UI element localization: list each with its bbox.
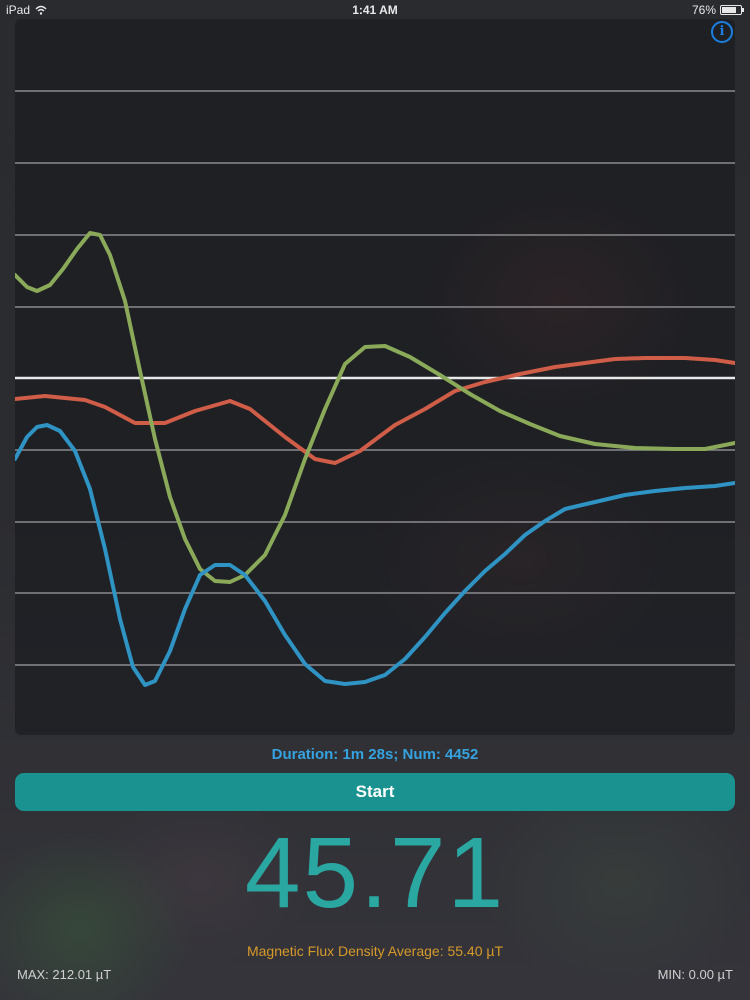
- max-label: MAX: 212.01 µT: [17, 967, 112, 982]
- magnetometer-graph: i: [15, 19, 735, 735]
- start-button[interactable]: Start: [15, 773, 735, 811]
- status-time: 1:41 AM: [352, 3, 398, 17]
- green-series-line: [15, 231, 735, 584]
- min-label: MIN: 0.00 µT: [657, 967, 733, 982]
- status-bar: iPad 1:41 AM 76%: [0, 0, 750, 20]
- battery-fill: [722, 7, 736, 13]
- blue-series-line: [15, 423, 735, 687]
- duration-label: Duration: 1m 28s; Num: 4452: [271, 746, 479, 763]
- battery-percent: 76%: [691, 3, 716, 17]
- grid-lines: [15, 90, 735, 666]
- current-value: 45.71: [244, 817, 506, 929]
- status-right: 76%: [691, 3, 744, 17]
- info-icon[interactable]: i: [711, 21, 733, 43]
- graph-canvas: [15, 90, 735, 687]
- average-label: Magnetic Flux Density Average: 55.40 µT: [246, 943, 504, 959]
- battery-icon: [720, 5, 744, 15]
